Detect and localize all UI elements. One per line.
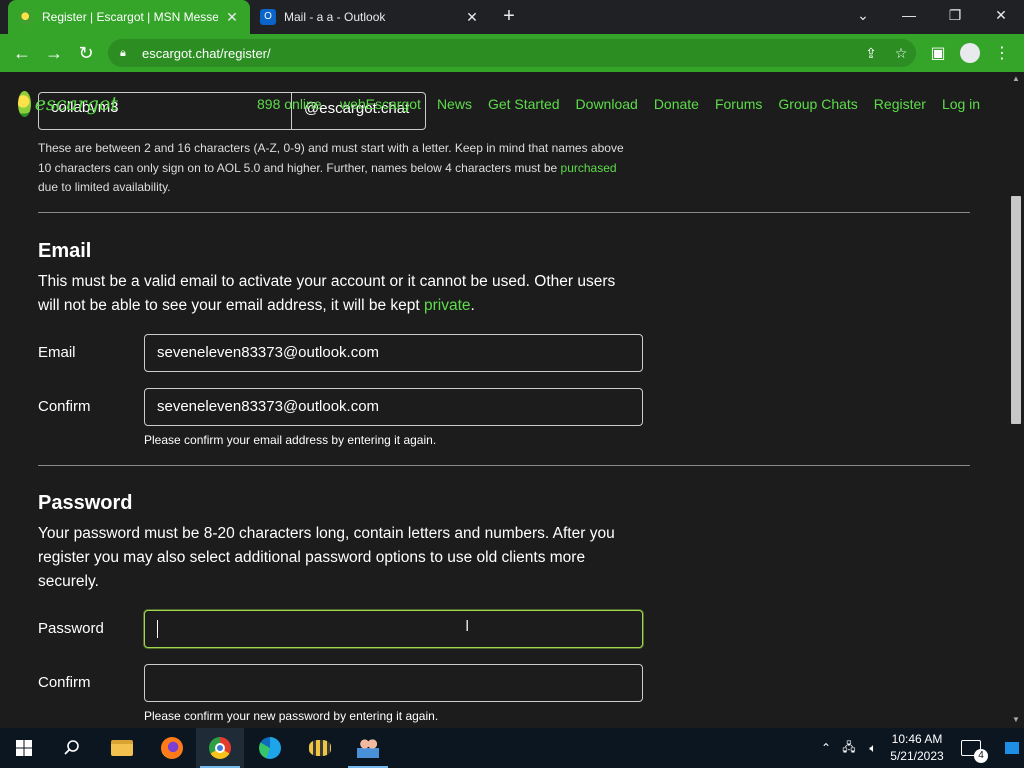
i-beam-cursor-icon: I — [465, 618, 470, 635]
tab-outlook-mail[interactable]: O Mail - a a - Outlook ✕ — [250, 0, 490, 34]
username-hint-tail: due to limited availability. — [38, 180, 171, 194]
email-label: Email — [38, 344, 76, 361]
browser-toolbar: ← → ↻ 🔒︎ escargot.chat/register/ ⇪ ☆ ▣ ⋮ — [0, 34, 1024, 72]
restore-button[interactable]: ❐ — [932, 0, 978, 30]
notification-count-badge: 4 — [974, 749, 988, 763]
purchased-link[interactable]: purchased — [561, 161, 617, 175]
nav-link-webescargot[interactable]: webEscargot — [340, 96, 421, 112]
show-hidden-icons-chevron-up-icon[interactable]: ⌃ — [816, 728, 836, 768]
section-divider — [38, 465, 970, 466]
side-panel-icon[interactable]: ▣ — [926, 41, 950, 65]
nav-link-register[interactable]: Register — [874, 96, 926, 112]
password-heading: Password — [38, 492, 133, 514]
email-confirm-hint: Please confirm your email address by ent… — [144, 433, 437, 447]
search-icon[interactable] — [48, 728, 96, 768]
nav-link-get-started[interactable]: Get Started — [488, 96, 560, 112]
scroll-up-arrow-icon[interactable]: ▲ — [1011, 74, 1021, 84]
email-confirm-field[interactable]: seveneleven83373@outlook.com — [144, 388, 643, 426]
username-hint: These are between 2 and 16 characters (A… — [38, 139, 638, 198]
email-description: This must be a valid email to activate y… — [38, 270, 638, 318]
profile-avatar-icon[interactable] — [958, 41, 982, 65]
close-tab-icon[interactable]: ✕ — [224, 9, 240, 26]
menu-kebab-icon[interactable]: ⋮ — [990, 41, 1014, 65]
email-description-text: This must be a valid email to activate y… — [38, 273, 616, 314]
password-confirm-hint: Please confirm your new password by ente… — [144, 709, 439, 723]
online-count[interactable]: 898 online — [257, 96, 322, 112]
password-description: Your password must be 8-20 characters lo… — [38, 525, 615, 590]
app-people-icon[interactable] — [344, 728, 392, 768]
bookmark-star-icon[interactable]: ☆ — [886, 45, 916, 62]
close-tab-icon[interactable]: ✕ — [464, 9, 480, 26]
tab-title: Register | Escargot | MSN Messe — [42, 10, 218, 24]
email-description-end: . — [470, 297, 475, 314]
password-label: Password — [38, 620, 104, 637]
clock-date: 5/21/2023 — [890, 749, 944, 763]
nav-link-download[interactable]: Download — [576, 96, 638, 112]
scroll-down-arrow-icon[interactable]: ▼ — [1011, 715, 1021, 725]
lock-icon[interactable]: 🔒︎ — [120, 47, 134, 60]
tab-title: Mail - a a - Outlook — [284, 10, 386, 24]
url-text[interactable]: escargot.chat/register/ — [142, 46, 856, 61]
start-button[interactable] — [0, 728, 48, 768]
notifications-icon[interactable]: 4 — [956, 728, 988, 768]
edge-icon[interactable] — [246, 728, 294, 768]
email-confirm-label: Confirm — [38, 398, 91, 415]
back-arrow-icon[interactable]: ← — [10, 41, 34, 65]
firefox-icon[interactable] — [148, 728, 196, 768]
show-desktop-button[interactable] — [1000, 728, 1024, 768]
nav-link-donate[interactable]: Donate — [654, 96, 699, 112]
page-scrollbar[interactable]: ▲ ▼ — [1008, 72, 1024, 728]
reload-icon[interactable]: ↻ — [74, 41, 98, 65]
username-hint-text: These are between 2 and 16 characters (A… — [38, 141, 624, 175]
tab-strip: Register | Escargot | MSN Messe ✕ O Mail… — [0, 0, 1024, 34]
nav-link-group-chats[interactable]: Group Chats — [778, 96, 857, 112]
section-divider — [38, 212, 970, 213]
nav-link-log-in[interactable]: Log in — [942, 96, 980, 112]
page-viewport: collabvm3 @escargot.chat escargot 898 on… — [0, 72, 1024, 728]
scrollbar-thumb[interactable] — [1011, 196, 1021, 424]
nav-link-forums[interactable]: Forums — [715, 96, 762, 112]
file-explorer-icon[interactable] — [98, 728, 146, 768]
email-heading: Email — [38, 240, 92, 262]
app-bee-icon[interactable] — [296, 728, 344, 768]
email-field[interactable]: seveneleven83373@outlook.com — [144, 334, 643, 372]
nav-links: webEscargot News Get Started Download Do… — [340, 96, 996, 112]
chrome-icon[interactable] — [196, 728, 244, 768]
site-navbar: escargot 898 online webEscargot News Get… — [0, 86, 1000, 122]
text-caret — [157, 620, 158, 638]
clock-time: 10:46 AM — [891, 732, 943, 746]
password-field[interactable]: I — [144, 610, 643, 648]
nav-link-news[interactable]: News — [437, 96, 472, 112]
volume-icon[interactable]: 🔈︎ — [862, 728, 884, 768]
share-icon[interactable]: ⇪ — [856, 45, 886, 62]
logo-text: escargot — [34, 93, 118, 115]
password-confirm-label: Confirm — [38, 674, 91, 691]
new-tab-button[interactable]: + — [498, 6, 520, 28]
windows-taskbar: ⌃ 🖧︎ 🔈︎ 10:46 AM 5/21/2023 4 — [0, 728, 1024, 768]
escargot-logo[interactable]: escargot — [18, 90, 118, 118]
tab-search-chevron-down-icon[interactable]: ⌄ — [840, 0, 886, 30]
address-bar[interactable]: 🔒︎ escargot.chat/register/ ⇪ ☆ — [108, 39, 916, 67]
network-icon[interactable]: 🖧︎ — [838, 728, 860, 768]
windows-logo-icon — [16, 740, 32, 756]
taskbar-clock[interactable]: 10:46 AM 5/21/2023 — [884, 731, 950, 765]
snail-logo-icon — [18, 91, 31, 117]
password-confirm-field[interactable] — [144, 664, 643, 702]
minimize-button[interactable]: — — [886, 0, 932, 30]
tab-escargot-register[interactable]: Register | Escargot | MSN Messe ✕ — [8, 0, 250, 34]
close-window-button[interactable]: ✕ — [978, 0, 1024, 30]
private-link[interactable]: private — [424, 297, 471, 314]
outlook-icon: O — [260, 9, 276, 25]
escargot-icon — [18, 9, 34, 25]
forward-arrow-icon[interactable]: → — [42, 41, 66, 65]
